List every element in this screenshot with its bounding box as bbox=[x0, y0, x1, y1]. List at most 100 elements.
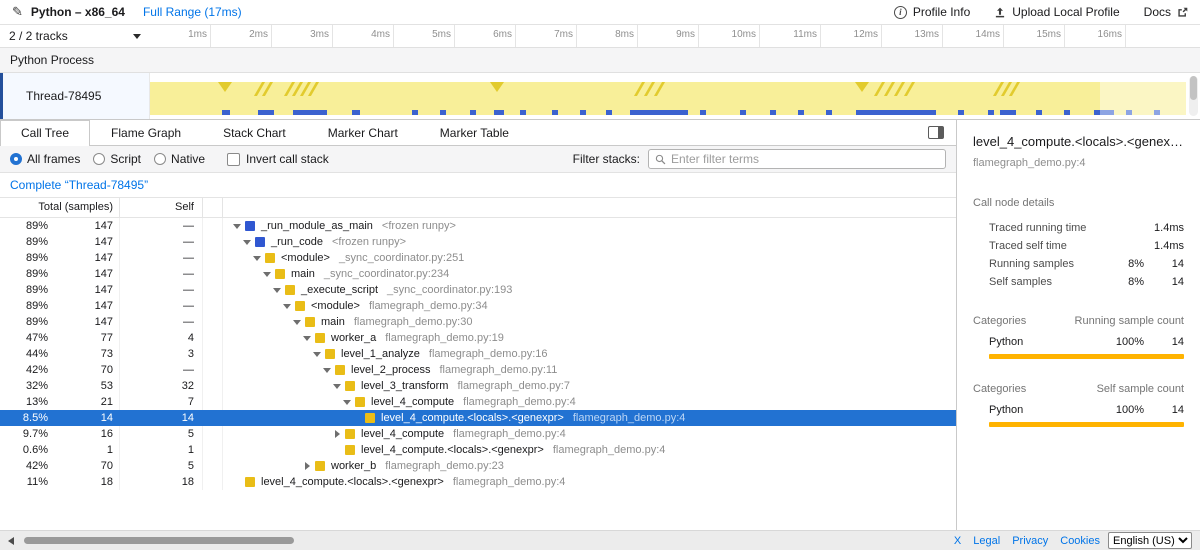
tab-stack-chart[interactable]: Stack Chart bbox=[202, 120, 307, 145]
call-tree-row[interactable]: 89%147—_run_code<frozen runpy> bbox=[0, 234, 956, 250]
footer-link-legal[interactable]: Legal bbox=[973, 535, 1000, 547]
footer-link-privacy[interactable]: Privacy bbox=[1012, 535, 1048, 547]
tab-call-tree[interactable]: Call Tree bbox=[0, 120, 90, 146]
tab-marker-table[interactable]: Marker Table bbox=[419, 120, 530, 145]
footer-link-cookies[interactable]: Cookies bbox=[1060, 535, 1100, 547]
name-cell: level_4_compute.<locals>.<genexpr>flameg… bbox=[223, 442, 956, 458]
metric-label: Running samples bbox=[989, 258, 1100, 270]
expander-open-icon[interactable] bbox=[231, 218, 245, 234]
footer-link-x[interactable]: X bbox=[954, 535, 961, 547]
radio-script[interactable]: Script bbox=[93, 152, 141, 166]
total-percent: 0.6% bbox=[0, 442, 48, 458]
expander-open-icon[interactable] bbox=[281, 298, 295, 314]
source-location: flamegraph_demo.py:30 bbox=[354, 314, 473, 330]
expander-open-icon[interactable] bbox=[301, 330, 315, 346]
expander-closed-icon[interactable] bbox=[301, 458, 315, 474]
sidebar-toggle-icon[interactable] bbox=[928, 126, 944, 139]
docs-link[interactable]: Docs bbox=[1144, 5, 1188, 19]
tab-flame-graph[interactable]: Flame Graph bbox=[90, 120, 202, 145]
call-tree-row[interactable]: 89%147—main_sync_coordinator.py:234 bbox=[0, 266, 956, 282]
category-usage-bar bbox=[989, 422, 1184, 427]
name-cell: level_4_compute.<locals>.<genexpr>flameg… bbox=[223, 474, 956, 490]
ruler-tick: 14ms bbox=[946, 25, 1004, 47]
total-cell: 89%147 bbox=[0, 218, 120, 234]
expander-open-icon[interactable] bbox=[331, 378, 345, 394]
marker-slash-icon bbox=[644, 82, 655, 96]
expander-open-icon[interactable] bbox=[251, 250, 265, 266]
column-self[interactable]: Self bbox=[120, 198, 203, 217]
total-percent: 89% bbox=[0, 314, 48, 330]
category-row: Python100%14 bbox=[973, 333, 1184, 351]
column-total-samples[interactable]: Total (samples) bbox=[0, 198, 120, 217]
tab-marker-chart[interactable]: Marker Chart bbox=[307, 120, 419, 145]
call-tree-row[interactable]: 47%774worker_aflamegraph_demo.py:19 bbox=[0, 330, 956, 346]
breadcrumb[interactable]: Complete “Thread-78495” bbox=[10, 178, 148, 192]
tracks-dropdown[interactable]: 2 / 2 tracks bbox=[0, 25, 150, 47]
language-select[interactable]: English (US) bbox=[1108, 532, 1192, 549]
row-gutter bbox=[203, 298, 223, 314]
call-tree-row[interactable]: 11%1818level_4_compute.<locals>.<genexpr… bbox=[0, 474, 956, 490]
ruler-tick: 4ms bbox=[336, 25, 394, 47]
radio-native[interactable]: Native bbox=[154, 152, 205, 166]
self-samples: — bbox=[120, 250, 203, 266]
call-tree-row[interactable]: 13%217level_4_computeflamegraph_demo.py:… bbox=[0, 394, 956, 410]
expander-open-icon[interactable] bbox=[241, 234, 255, 250]
call-tree-row[interactable]: 89%147—<module>flamegraph_demo.py:34 bbox=[0, 298, 956, 314]
breadcrumb-row: Complete “Thread-78495” bbox=[0, 173, 956, 197]
expander-open-icon[interactable] bbox=[311, 346, 325, 362]
total-cell: 0.6%1 bbox=[0, 442, 120, 458]
call-tree-row[interactable]: 0.6%11level_4_compute.<locals>.<genexpr>… bbox=[0, 442, 956, 458]
full-range-link[interactable]: Full Range (17ms) bbox=[143, 5, 242, 19]
source-location: flamegraph_demo.py:7 bbox=[457, 378, 570, 394]
expander-open-icon[interactable] bbox=[341, 394, 355, 410]
expander-open-icon[interactable] bbox=[261, 266, 275, 282]
source-location: _sync_coordinator.py:193 bbox=[387, 282, 512, 298]
call-tree-row[interactable]: 42%705worker_bflamegraph_demo.py:23 bbox=[0, 458, 956, 474]
vertical-scrollbar-thumb[interactable] bbox=[1190, 76, 1197, 100]
category-count: 14 bbox=[1144, 336, 1184, 348]
filter-input[interactable] bbox=[671, 152, 939, 166]
upload-local-profile-button[interactable]: Upload Local Profile bbox=[994, 5, 1119, 19]
categories-count-label: Self sample count bbox=[1097, 383, 1184, 395]
edit-profile-name-icon[interactable]: ✎ bbox=[12, 4, 23, 20]
radio-all-frames[interactable]: All frames bbox=[10, 152, 80, 166]
horizontal-scrollbar-thumb[interactable] bbox=[24, 537, 294, 544]
thread-track[interactable]: Thread-78495 bbox=[0, 73, 1200, 120]
call-tree-row[interactable]: 44%733level_1_analyzeflamegraph_demo.py:… bbox=[0, 346, 956, 362]
scroll-left-arrow-icon[interactable] bbox=[8, 537, 14, 545]
call-tree-row[interactable]: 89%147—_run_module_as_main<frozen runpy> bbox=[0, 218, 956, 234]
expander-spacer bbox=[331, 442, 345, 458]
ruler-tick: 15ms bbox=[1007, 25, 1065, 47]
expander-open-icon[interactable] bbox=[321, 362, 335, 378]
sample-tick bbox=[412, 110, 418, 115]
horizontal-scrollbar[interactable] bbox=[22, 537, 927, 545]
name-cell: _run_code<frozen runpy> bbox=[223, 234, 956, 250]
filter-searchbox[interactable] bbox=[648, 149, 946, 169]
function-name: level_4_compute.<locals>.<genexpr> bbox=[381, 410, 564, 426]
expander-open-icon[interactable] bbox=[271, 282, 285, 298]
call-tree-row[interactable]: 9.7%165level_4_computeflamegraph_demo.py… bbox=[0, 426, 956, 442]
call-tree-row[interactable]: 89%147—mainflamegraph_demo.py:30 bbox=[0, 314, 956, 330]
call-tree-row[interactable]: 89%147—<module>_sync_coordinator.py:251 bbox=[0, 250, 956, 266]
call-node-metrics: Traced running time1.4msTraced self time… bbox=[973, 219, 1184, 291]
call-tree-row[interactable]: 32%5332level_3_transformflamegraph_demo.… bbox=[0, 378, 956, 394]
call-tree-row[interactable]: 42%70—level_2_processflamegraph_demo.py:… bbox=[0, 362, 956, 378]
thread-activity-graph[interactable] bbox=[150, 73, 1186, 119]
sample-tick bbox=[1036, 110, 1042, 115]
profile-title[interactable]: Python – x86_64 bbox=[31, 5, 125, 19]
invert-call-stack-checkbox[interactable]: Invert call stack bbox=[227, 152, 329, 166]
source-location: flamegraph_demo.py:4 bbox=[573, 410, 686, 426]
source-location: flamegraph_demo.py:11 bbox=[440, 362, 558, 378]
timeline-vertical-scrollbar[interactable] bbox=[1189, 76, 1198, 116]
category-color-icon bbox=[345, 429, 355, 439]
thread-track-label[interactable]: Thread-78495 bbox=[0, 73, 150, 119]
expander-closed-icon[interactable] bbox=[331, 426, 345, 442]
process-track-header[interactable]: Python Process bbox=[0, 47, 1200, 73]
call-tree-row[interactable]: 89%147—_execute_script_sync_coordinator.… bbox=[0, 282, 956, 298]
category-row: Python100%14 bbox=[973, 401, 1184, 419]
call-tree-row[interactable]: 8.5%1414level_4_compute.<locals>.<genexp… bbox=[0, 410, 956, 426]
profile-info-button[interactable]: i Profile Info bbox=[894, 5, 970, 19]
expander-open-icon[interactable] bbox=[291, 314, 305, 330]
ruler-tick: 6ms bbox=[458, 25, 516, 47]
category-color-icon bbox=[305, 317, 315, 327]
